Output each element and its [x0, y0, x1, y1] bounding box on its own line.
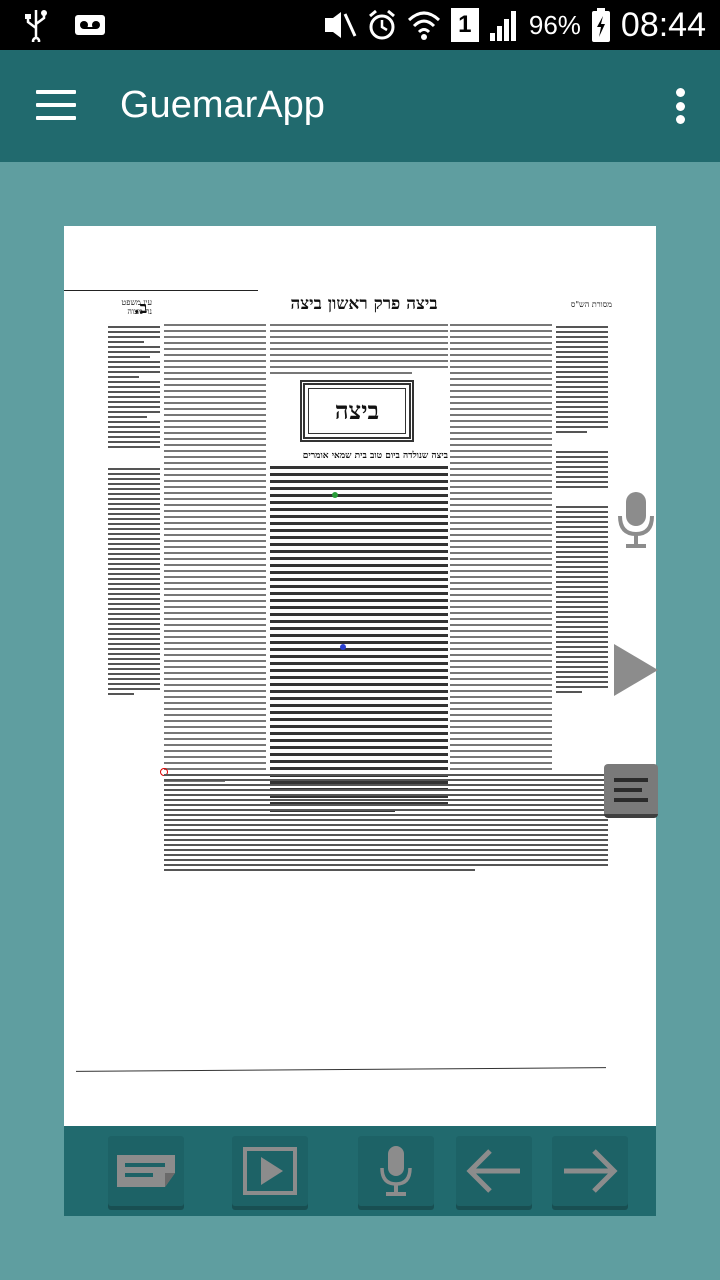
opening-words: ביצה שנולדה ביום טוב בית שמאי אומרים [302, 451, 448, 461]
sim-icon: 1 [450, 8, 479, 42]
mic-button[interactable] [358, 1136, 434, 1206]
signal-icon [489, 11, 516, 41]
play-button[interactable] [232, 1136, 308, 1206]
clock: 08:44 [620, 5, 706, 44]
top-rule [64, 290, 258, 291]
play-icon[interactable] [612, 640, 662, 700]
arrow-left-icon [466, 1149, 520, 1193]
status-bar: 1 96% 08:44 [0, 0, 720, 50]
microphone-icon[interactable] [614, 490, 658, 550]
marker-blue[interactable] [340, 644, 346, 650]
voicemail-icon [75, 15, 105, 35]
tosafot-column [164, 324, 266, 786]
margin-notes-left [108, 326, 160, 698]
bottom-commentary [164, 774, 608, 874]
more-vert-icon[interactable] [674, 88, 686, 124]
forward-button[interactable] [552, 1136, 628, 1206]
rashi-column [450, 324, 552, 780]
header-center: ביצה פרק ראשון ביצה [290, 294, 438, 314]
app-bar: GuemarApp [0, 50, 720, 162]
talmud-page-view[interactable]: ב. עין משפט נר מצוה ביצה פרק ראשון ביצה … [64, 226, 656, 1126]
bottom-rule [76, 1067, 606, 1072]
note-icon[interactable] [604, 764, 658, 818]
marker-green[interactable] [332, 492, 338, 498]
note-button[interactable] [108, 1136, 184, 1206]
microphone-icon [380, 1146, 412, 1196]
gemara-top-block [270, 324, 448, 378]
gemara-text [270, 466, 448, 816]
hamburger-menu-icon[interactable] [36, 90, 76, 122]
bottom-toolbar [64, 1126, 656, 1216]
mute-vibrate-icon [324, 12, 357, 38]
play-icon [243, 1147, 297, 1195]
usb-icon [25, 10, 47, 42]
note-icon [117, 1155, 175, 1187]
masechet-title: ביצה [300, 380, 414, 442]
header-left-small: עין משפט נר מצוה [121, 298, 152, 316]
battery-percent: 96% [528, 9, 581, 40]
app-title: GuemarApp [120, 84, 325, 126]
arrow-right-icon [564, 1149, 618, 1193]
battery-charging-icon [591, 8, 610, 42]
alarm-icon [368, 9, 395, 40]
back-button[interactable] [456, 1136, 532, 1206]
header-right-small: מסורת הש"ס [570, 300, 612, 309]
wifi-icon [407, 11, 440, 40]
margin-notes-right [556, 326, 608, 696]
sim-label: 1 [458, 11, 472, 38]
